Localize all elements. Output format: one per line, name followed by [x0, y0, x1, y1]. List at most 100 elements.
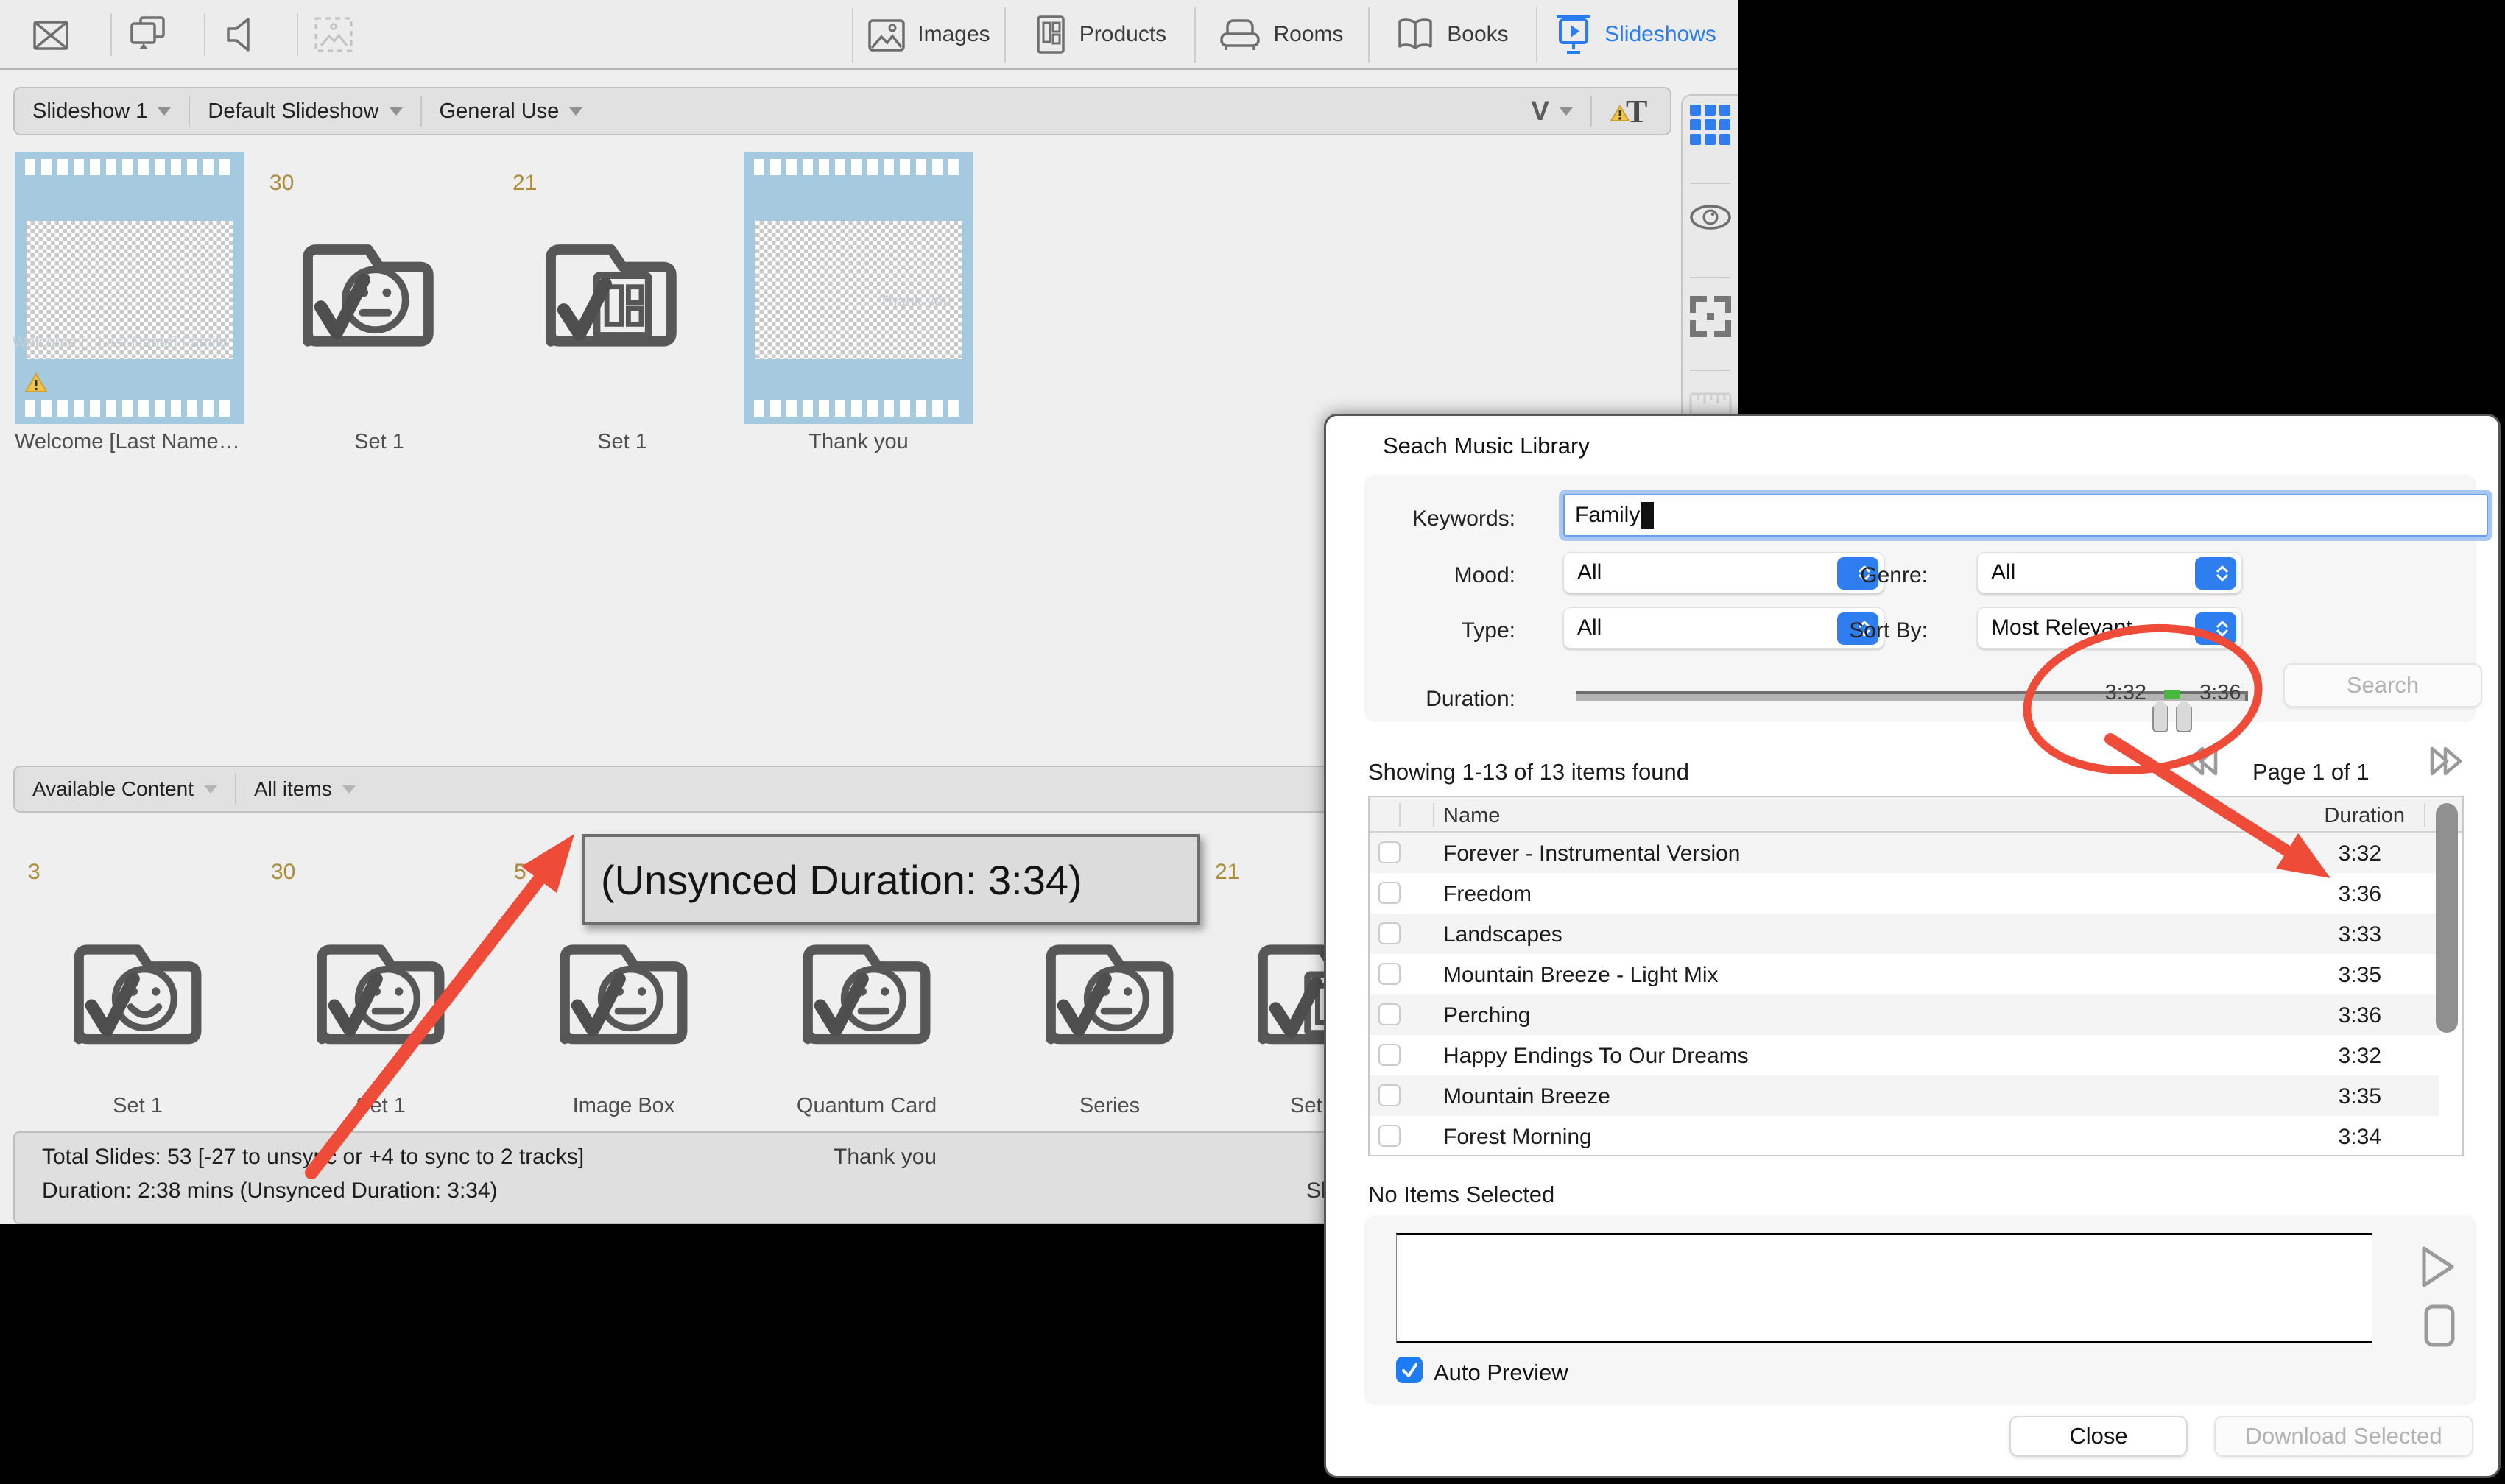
table-row[interactable]: Forever - Instrumental Version 3:32 — [1370, 833, 2439, 873]
previous-page-icon[interactable] — [2176, 744, 2219, 778]
audio-button[interactable] — [215, 13, 267, 56]
slideshow-select[interactable]: Slideshow 1 — [32, 99, 171, 124]
default-slideshow-label: Default Slideshow — [208, 99, 378, 124]
tab-rooms[interactable]: Rooms — [1196, 0, 1367, 68]
divider — [1590, 96, 1592, 127]
book-icon — [1395, 16, 1435, 53]
table-row[interactable]: Landscapes 3:33 — [1370, 914, 2439, 954]
transparent-slide-area: Thank you — [755, 221, 962, 359]
type-value: All — [1564, 615, 1602, 640]
auto-preview-checkbox[interactable] — [1396, 1357, 1423, 1383]
table-scrollbar[interactable] — [2436, 803, 2458, 1033]
tab-books[interactable]: Books — [1370, 0, 1535, 68]
all-items-select[interactable]: All items — [254, 777, 356, 801]
content-folder-neutral[interactable] — [554, 922, 694, 1061]
preview-play-icon[interactable] — [2419, 1245, 2457, 1289]
tab-images[interactable]: Images — [853, 0, 1004, 68]
thumb-label: Thank you — [744, 430, 973, 454]
film-holes — [25, 159, 234, 175]
stepper-icon — [2195, 612, 2236, 645]
track-duration: 3:32 — [2339, 841, 2381, 866]
track-duration: 3:32 — [2339, 1044, 2381, 1069]
row-checkbox[interactable] — [1378, 922, 1401, 944]
chevron-down-icon — [1560, 107, 1573, 116]
search-button[interactable]: Search — [2283, 663, 2482, 707]
track-duration: 3:33 — [2339, 922, 2381, 947]
general-use-select[interactable]: General Use — [440, 99, 583, 124]
track-name: Forever - Instrumental Version — [1443, 841, 1741, 866]
email-button[interactable] — [25, 15, 77, 55]
item-count: 21 — [1215, 860, 1239, 885]
download-selected-button[interactable]: Download Selected — [2214, 1416, 2473, 1457]
image-placeholder-icon — [314, 16, 353, 53]
table-row[interactable]: Mountain Breeze 3:35 — [1370, 1075, 2439, 1116]
content-folder-smile[interactable] — [68, 922, 208, 1061]
close-button[interactable]: Close — [2009, 1416, 2188, 1457]
table-row[interactable]: Freedom 3:36 — [1370, 873, 2439, 914]
divider — [297, 13, 298, 56]
set-folder-thumb[interactable] — [295, 221, 442, 364]
row-checkbox[interactable] — [1378, 1084, 1401, 1106]
keywords-input[interactable]: Family — [1563, 494, 2488, 537]
slide-thumb-thankyou[interactable]: Thank you — [744, 152, 973, 424]
preview-button[interactable] — [1688, 200, 1733, 234]
frame-collage-icon — [1690, 296, 1731, 337]
projector-icon — [129, 15, 167, 54]
slide-thumb-welcome[interactable]: Welcome [...Last Name] Family — [15, 152, 244, 424]
sort-by-select[interactable]: Most Relevant — [1977, 607, 2242, 649]
dialog-title: Seach Music Library — [1383, 433, 1590, 459]
text-warning-button[interactable]: T — [1610, 93, 1651, 130]
available-content-select[interactable]: Available Content — [32, 777, 217, 801]
item-count: 30 — [271, 860, 295, 885]
all-items-label: All items — [254, 777, 332, 801]
next-page-icon[interactable] — [2429, 744, 2472, 778]
tab-products[interactable]: Products — [1006, 0, 1194, 68]
divider — [1690, 370, 1730, 371]
table-row[interactable]: Perching 3:36 — [1370, 994, 2439, 1035]
duration-range-fill — [2164, 690, 2180, 699]
divider — [110, 13, 112, 56]
row-checkbox[interactable] — [1378, 1003, 1401, 1025]
selected-items-list[interactable] — [1396, 1233, 2372, 1343]
projector-button[interactable] — [122, 13, 174, 56]
duration-header[interactable]: Duration — [2324, 804, 2405, 828]
template-folder-thumb[interactable] — [538, 221, 685, 364]
row-checkbox[interactable] — [1378, 963, 1401, 985]
duration-slider-track[interactable] — [1576, 691, 2248, 701]
row-checkbox[interactable] — [1378, 1125, 1401, 1147]
variant-select[interactable]: V — [1531, 96, 1573, 127]
grid-view-button[interactable] — [1690, 105, 1731, 146]
table-row[interactable]: Forest Morning 3:34 — [1370, 1116, 2439, 1156]
preview-stop-icon[interactable] — [2422, 1304, 2457, 1349]
text-warning-icon: T — [1610, 93, 1651, 130]
thank-you-label: Thank you — [834, 1145, 937, 1170]
track-duration: 3:35 — [2339, 963, 2381, 988]
row-checkbox[interactable] — [1378, 1044, 1401, 1066]
type-label: Type: — [1368, 618, 1515, 643]
content-folder-neutral[interactable] — [311, 922, 451, 1061]
duration-max-handle[interactable] — [2176, 699, 2192, 732]
track-name: Happy Endings To Our Dreams — [1443, 1044, 1749, 1069]
image-placeholder-button[interactable] — [308, 13, 359, 56]
content-folder-neutral[interactable] — [797, 922, 937, 1061]
duration-label: Duration: — [1368, 687, 1515, 712]
table-row[interactable]: Happy Endings To Our Dreams 3:32 — [1370, 1035, 2439, 1075]
total-slides-text: Total Slides: 53 [-27 to unsync or +4 to… — [42, 1145, 584, 1170]
thumb-label: Set 1 — [16, 1094, 259, 1118]
name-header[interactable]: Name — [1443, 804, 1500, 828]
layout-frame-button[interactable] — [1690, 296, 1731, 337]
row-checkbox[interactable] — [1378, 882, 1401, 904]
content-folder-neutral[interactable] — [1040, 922, 1180, 1061]
row-checkbox[interactable] — [1378, 841, 1401, 863]
genre-select[interactable]: All — [1977, 552, 2242, 593]
thumb-label: Set 1 — [258, 430, 501, 454]
duration-min-handle[interactable] — [2152, 699, 2168, 732]
table-row[interactable]: Mountain Breeze - Light Mix 3:35 — [1370, 954, 2439, 994]
search-music-dialog: Seach Music Library Keywords: Family Moo… — [1324, 414, 2501, 1478]
svg-text:T: T — [1626, 93, 1647, 130]
default-slideshow-select[interactable]: Default Slideshow — [208, 99, 402, 124]
tab-slideshows[interactable]: Slideshows — [1537, 0, 1733, 68]
slideshow-screen-icon — [1554, 14, 1593, 55]
track-duration: 3:36 — [2339, 882, 2381, 907]
chevron-down-icon — [158, 107, 171, 116]
